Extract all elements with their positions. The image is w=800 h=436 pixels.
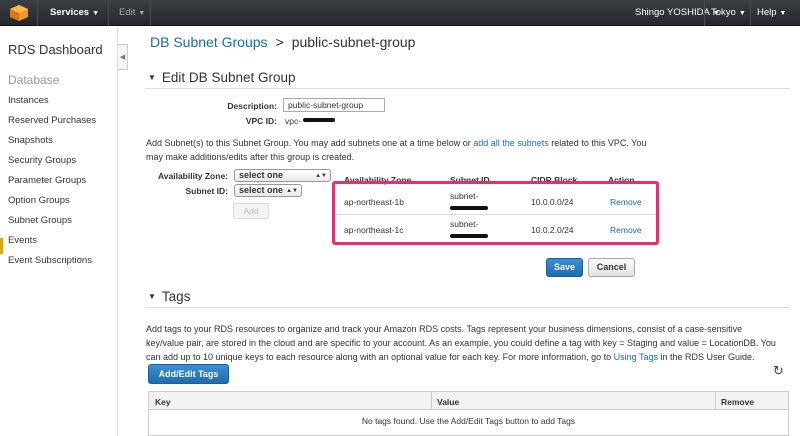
edit-menu[interactable]: Edit ▼ bbox=[119, 7, 145, 18]
redacted-subnet-id bbox=[450, 206, 488, 210]
row-2-cidr-block: 10.0.2.0/24 bbox=[531, 225, 574, 235]
breadcrumb-db-subnet-groups[interactable]: DB Subnet Groups bbox=[150, 34, 268, 50]
edit-section-header[interactable]: ▼ Edit DB Subnet Group bbox=[148, 70, 296, 85]
region-menu[interactable]: Tokyo ▼ bbox=[711, 7, 746, 18]
description-input[interactable]: public-subnet-group bbox=[283, 98, 385, 112]
tags-text-line-2: key/value pair, are stored in the cloud … bbox=[146, 338, 776, 348]
aws-logo-icon[interactable] bbox=[10, 5, 28, 21]
user-label: Shingo YOSHIDA bbox=[635, 7, 710, 18]
edit-section-title: Edit DB Subnet Group bbox=[161, 70, 296, 85]
tags-description: Add tags to your RDS resources to organi… bbox=[146, 322, 796, 364]
column-header-key: Key bbox=[155, 397, 171, 407]
row-divider bbox=[336, 214, 656, 215]
sidebar-item-snapshots[interactable]: Snapshots bbox=[8, 135, 53, 146]
section-divider bbox=[145, 307, 790, 308]
help-text-part-2: related to this VPC. You bbox=[551, 138, 647, 148]
highlight-box bbox=[332, 181, 659, 245]
services-label: Services bbox=[50, 7, 90, 18]
nav-divider bbox=[37, 0, 38, 26]
tags-text-line-4: in the RDS User Guide. bbox=[660, 352, 755, 362]
description-label: Description: bbox=[227, 101, 277, 111]
nav-divider bbox=[108, 0, 109, 26]
tags-table: Key Value Remove No tags found. Use the … bbox=[148, 391, 789, 436]
help-label: Help bbox=[757, 7, 777, 18]
row-1-remove-link[interactable]: Remove bbox=[610, 197, 642, 207]
chevron-down-icon: ▼ bbox=[738, 10, 746, 17]
services-menu[interactable]: Services ▼ bbox=[50, 7, 99, 18]
collapse-sidebar-icon[interactable]: ◀ bbox=[118, 44, 128, 70]
row-2-availability-zone: ap-northeast-1c bbox=[344, 225, 404, 235]
save-button[interactable]: Save bbox=[546, 258, 583, 277]
add-edit-tags-button[interactable]: Add/Edit Tags bbox=[148, 364, 229, 384]
sidebar-item-parameter-groups[interactable]: Parameter Groups bbox=[8, 175, 86, 186]
tags-section-title: Tags bbox=[161, 289, 191, 304]
refresh-icon[interactable]: ↻ bbox=[773, 363, 784, 379]
help-text-part-1: Add Subnet(s) to this Subnet Group. You … bbox=[146, 138, 471, 148]
sidebar-item-reserved-purchases[interactable]: Reserved Purchases bbox=[8, 115, 96, 126]
sidebar-item-events[interactable]: Events bbox=[8, 235, 37, 246]
row-2-remove-link[interactable]: Remove bbox=[610, 225, 642, 235]
help-menu[interactable]: Help ▼ bbox=[757, 7, 786, 18]
sidebar-item-security-groups[interactable]: Security Groups bbox=[8, 155, 76, 166]
tags-table-header: Key Value Remove bbox=[149, 392, 788, 410]
section-divider bbox=[145, 88, 790, 89]
cancel-button[interactable]: Cancel bbox=[588, 258, 635, 277]
active-item-indicator bbox=[0, 238, 3, 254]
collapse-triangle-icon: ▼ bbox=[148, 73, 156, 82]
tags-section-header[interactable]: ▼ Tags bbox=[148, 289, 190, 304]
nav-divider bbox=[704, 0, 705, 26]
row-1-subnet-id: subnet- bbox=[450, 191, 479, 201]
tags-text-line-3: can add up to 10 unique keys to each res… bbox=[146, 352, 612, 362]
edit-label: Edit bbox=[119, 7, 136, 18]
sidebar-item-instances[interactable]: Instances bbox=[8, 95, 49, 106]
chevron-down-icon: ▼ bbox=[779, 10, 787, 17]
collapse-triangle-icon: ▼ bbox=[148, 292, 156, 301]
redacted-subnet-id bbox=[450, 234, 488, 238]
sidebar-item-option-groups[interactable]: Option Groups bbox=[8, 195, 70, 206]
sidebar-item-event-subscriptions[interactable]: Event Subscriptions bbox=[8, 255, 92, 266]
column-divider bbox=[431, 392, 432, 410]
add-subnet-help-text: Add Subnet(s) to this Subnet Group. You … bbox=[146, 136, 646, 164]
row-2-subnet-id: subnet- bbox=[450, 219, 479, 229]
breadcrumb-current: public-subnet-group bbox=[291, 34, 416, 50]
breadcrumb: DB Subnet Groups > public-subnet-group bbox=[150, 34, 415, 50]
using-tags-link[interactable]: Using Tags bbox=[614, 352, 658, 362]
sidebar: RDS Dashboard Database Instances Reserve… bbox=[0, 26, 118, 436]
user-menu[interactable]: Shingo YOSHIDA ▼ bbox=[635, 7, 720, 18]
tags-text-line-1: Add tags to your RDS resources to organi… bbox=[146, 324, 743, 334]
vpc-id-label: VPC ID: bbox=[245, 116, 277, 126]
sidebar-item-subnet-groups[interactable]: Subnet Groups bbox=[8, 215, 72, 226]
select-arrows-icon: ▲▼ bbox=[286, 188, 298, 194]
tags-empty-message: No tags found. Use the Add/Edit Tags but… bbox=[361, 416, 576, 426]
az-select-value: select one bbox=[239, 170, 284, 180]
subnet-id-label: Subnet ID: bbox=[185, 186, 229, 196]
add-all-subnets-link[interactable]: add all the subnets bbox=[473, 138, 549, 148]
subnet-id-select[interactable]: select one ▲▼ bbox=[234, 184, 302, 197]
column-divider bbox=[715, 392, 716, 410]
region-label: Tokyo bbox=[711, 7, 736, 18]
row-1-availability-zone: ap-northeast-1b bbox=[344, 197, 405, 207]
sidebar-section-database: Database bbox=[8, 73, 60, 87]
chevron-down-icon: ▼ bbox=[92, 10, 100, 17]
redacted-vpc-id bbox=[303, 118, 335, 122]
chevron-down-icon: ▼ bbox=[138, 10, 146, 17]
availability-zone-select[interactable]: select one ▲▼ bbox=[234, 169, 331, 182]
sidebar-title[interactable]: RDS Dashboard bbox=[8, 42, 103, 57]
breadcrumb-separator: > bbox=[275, 34, 284, 50]
availability-zone-label: Availability Zone: bbox=[157, 171, 228, 181]
nav-divider bbox=[150, 0, 151, 26]
subnet-select-value: select one bbox=[239, 185, 284, 195]
top-navigation-bar: Services ▼ Edit ▼ Shingo YOSHIDA ▼ Tokyo ▼ H… bbox=[0, 0, 800, 26]
column-header-remove: Remove bbox=[721, 397, 755, 407]
vpc-id-value: vpc- bbox=[285, 116, 302, 126]
row-1-cidr-block: 10.0.0.0/24 bbox=[531, 197, 574, 207]
nav-divider bbox=[750, 0, 751, 26]
help-text-part-3: may make additions/edits after this grou… bbox=[146, 152, 355, 162]
add-subnet-button[interactable]: Add bbox=[233, 203, 269, 219]
select-arrows-icon: ▲▼ bbox=[315, 173, 327, 179]
column-header-value: Value bbox=[437, 397, 460, 407]
